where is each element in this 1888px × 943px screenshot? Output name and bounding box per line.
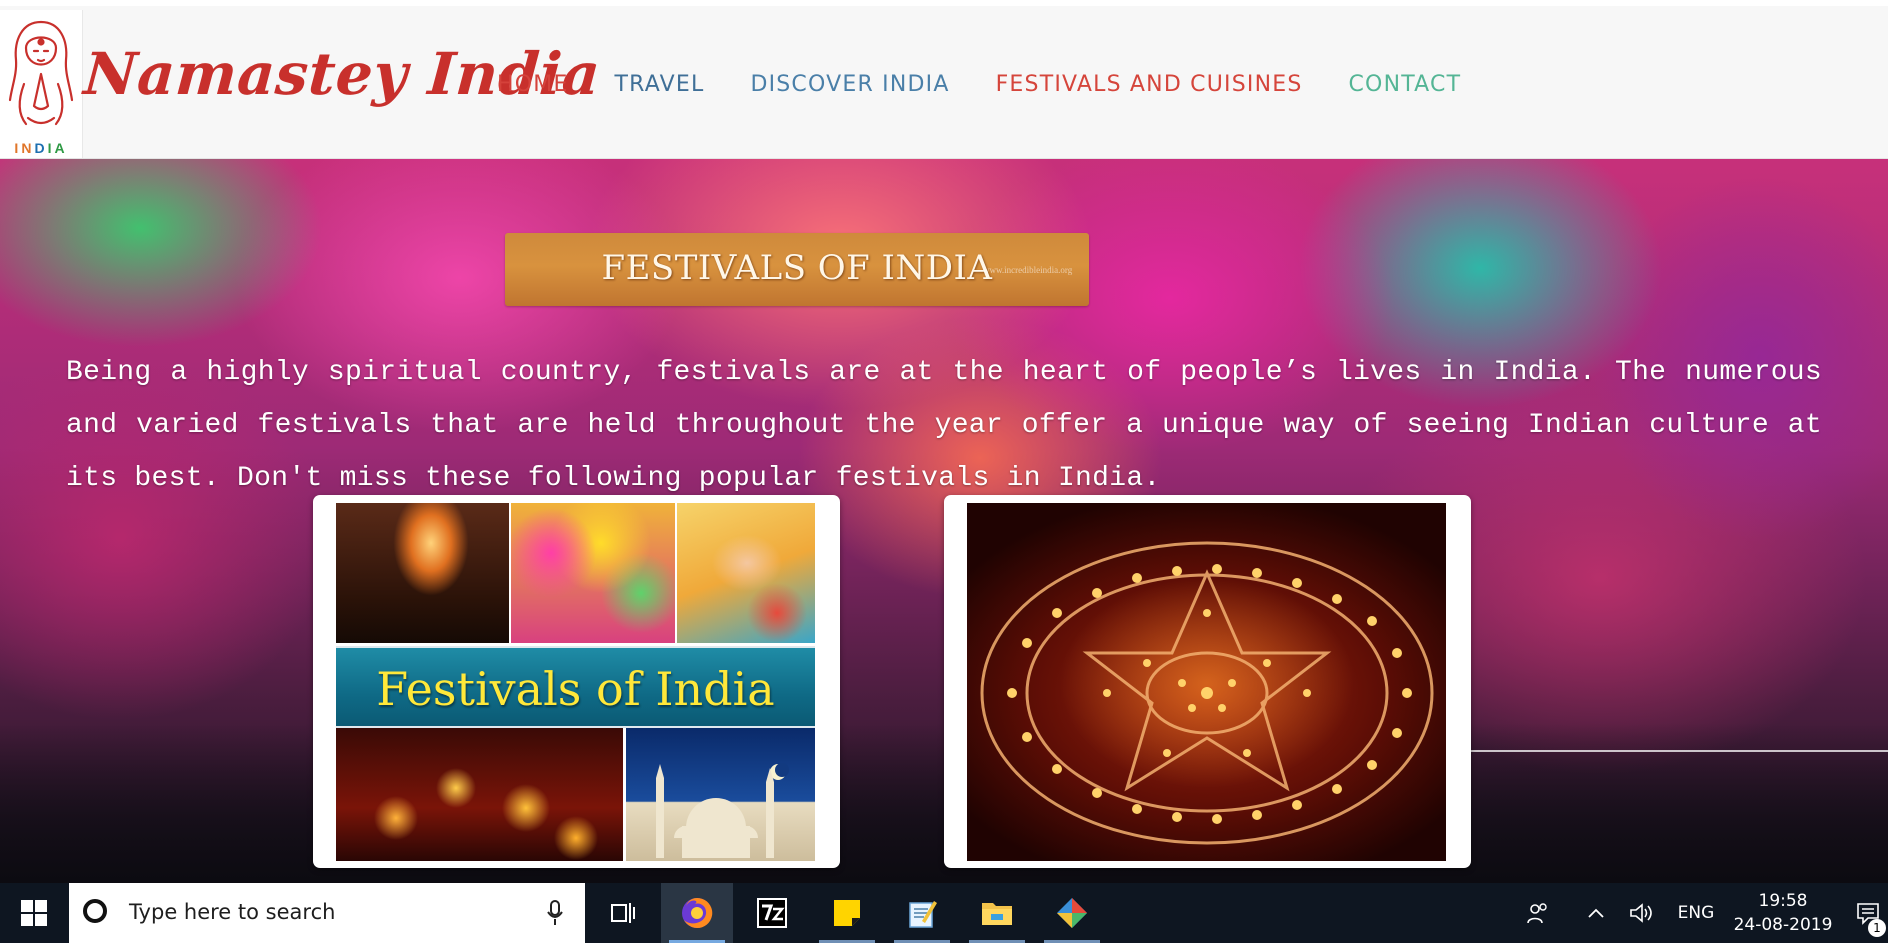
logo-india-text: INDIA <box>14 140 68 156</box>
people-icon <box>1527 903 1547 924</box>
input-language-indicator[interactable]: ENG <box>1670 883 1722 943</box>
hero-holi-background: FESTIVALS OF INDIA www.incredibleindia.o… <box>0 158 1888 883</box>
people-button[interactable] <box>1518 883 1558 943</box>
holi-colors-photo <box>511 503 675 643</box>
7zip-icon <box>757 898 787 928</box>
taskbar-sticky-notes[interactable] <box>811 883 883 943</box>
taskbar-clock[interactable]: 19:58 24-08-2019 <box>1722 889 1844 937</box>
main-nav: HOME TRAVEL DISCOVER INDIA FESTIVALS AND… <box>497 72 1461 97</box>
taskbar-7zip[interactable] <box>736 883 808 943</box>
nav-discover-india[interactable]: DISCOVER INDIA <box>750 72 949 97</box>
search-placeholder: Type here to search <box>129 900 336 924</box>
diwali-lamps-image <box>967 503 1446 861</box>
nav-travel[interactable]: TRAVEL <box>615 72 705 97</box>
firefox-icon <box>682 897 713 928</box>
collage-banner: Festivals of India <box>336 646 815 728</box>
file-explorer-icon <box>982 903 1012 925</box>
clock-time: 19:58 <box>1758 891 1808 911</box>
taskbar-snipping-tool[interactable] <box>1036 883 1108 943</box>
microphone-icon[interactable] <box>547 900 563 926</box>
sticky-notes-icon <box>834 900 860 926</box>
taskbar-notepad[interactable] <box>886 883 958 943</box>
chevron-up-icon <box>1588 908 1604 918</box>
diwali-lamps-card[interactable] <box>944 495 1471 868</box>
collage-banner-text: Festivals of India <box>376 662 775 716</box>
mosque-photo <box>626 728 815 861</box>
windows-taskbar: Type here to search ENG 19:58 24-08-2019… <box>0 883 1888 943</box>
cortana-icon <box>83 899 107 923</box>
start-button[interactable] <box>0 883 68 943</box>
mosque-icon <box>656 763 789 858</box>
festivals-title-banner: FESTIVALS OF INDIA www.incredibleindia.o… <box>505 233 1089 306</box>
notification-count-badge: 1 <box>1868 919 1886 937</box>
rakhi-photo <box>677 503 815 643</box>
snipping-tool-icon <box>1057 898 1087 928</box>
nav-festivals-and-cuisines[interactable]: FESTIVALS AND CUISINES <box>996 72 1303 97</box>
taskbar-file-explorer[interactable] <box>961 883 1033 943</box>
festival-collage-image: Festivals of India <box>336 503 815 861</box>
clock-date: 24-08-2019 <box>1733 915 1833 935</box>
volume-button[interactable] <box>1622 883 1662 943</box>
show-hidden-icons-button[interactable] <box>1578 883 1614 943</box>
site-logo[interactable]: INDIA <box>0 10 83 158</box>
site-header: INDIA Namastey India HOME TRAVEL DISCOVE… <box>0 0 1888 158</box>
bonfire-photo <box>336 503 509 643</box>
diwali-rangoli-icon <box>980 541 1434 845</box>
task-view-button[interactable] <box>586 883 658 943</box>
nav-home[interactable]: HOME <box>497 72 569 97</box>
intro-paragraph: Being a highly spiritual country, festiv… <box>66 357 1822 494</box>
festival-collage-card[interactable]: Festivals of India <box>313 495 840 868</box>
namaste-woman-logo-icon <box>8 20 74 126</box>
taskbar-firefox[interactable] <box>661 883 733 943</box>
notepad-icon <box>909 901 937 928</box>
diya-lamps-photo <box>336 728 623 861</box>
action-center-button[interactable]: 1 <box>1848 883 1888 943</box>
windows-logo-icon <box>21 900 47 926</box>
task-view-icon <box>611 903 635 923</box>
speaker-icon <box>1630 903 1652 923</box>
nav-contact[interactable]: CONTACT <box>1349 72 1462 97</box>
taskbar-search-box[interactable]: Type here to search <box>69 883 585 943</box>
title-watermark: www.incredibleindia.org <box>983 265 1073 275</box>
divider-line <box>1470 750 1888 752</box>
